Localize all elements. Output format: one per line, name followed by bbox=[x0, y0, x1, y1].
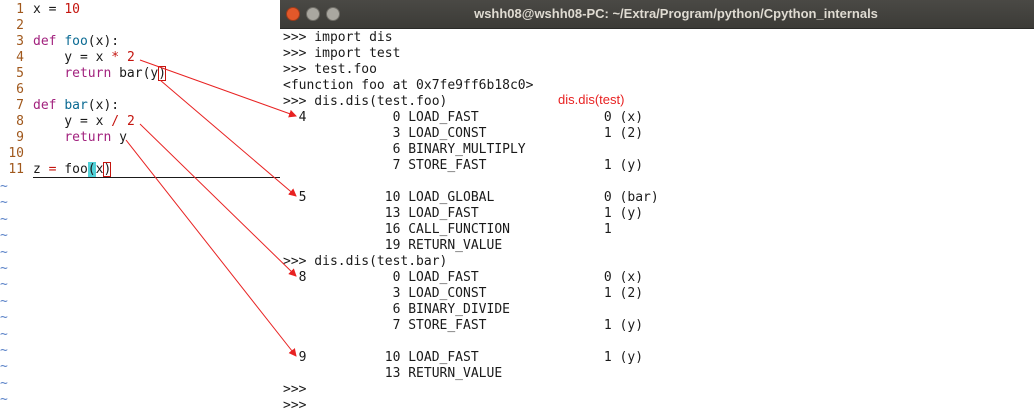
line-number: 1 bbox=[16, 2, 24, 17]
tilde-marker: ~ bbox=[0, 392, 8, 408]
editor-line[interactable]: 6 bbox=[0, 82, 282, 98]
code-token: 2 bbox=[126, 114, 135, 129]
code-token: def bbox=[33, 34, 57, 49]
line-number: 8 bbox=[16, 114, 24, 129]
editor-line[interactable]: 2 bbox=[0, 18, 282, 34]
line-number: 10 bbox=[8, 146, 24, 161]
code-token: def bbox=[33, 98, 57, 113]
tilde-marker: ~ bbox=[0, 326, 8, 342]
terminal-titlebar[interactable]: wshh08@wshh08-PC: ~/Extra/Program/python… bbox=[280, 0, 1034, 29]
tilde-marker: ~ bbox=[0, 195, 8, 211]
code-token: ( bbox=[87, 162, 96, 177]
code-token: foo bbox=[56, 162, 88, 177]
terminal-line: >>> import test bbox=[283, 46, 401, 61]
annotation-label: dis.dis(test) bbox=[558, 92, 625, 107]
terminal-line: 3 LOAD_CONST 1 (2) bbox=[283, 126, 644, 141]
code-token: y = x bbox=[33, 114, 112, 129]
line-code: return y bbox=[33, 130, 127, 146]
editor-line[interactable]: 4 y = x * 2 bbox=[0, 50, 282, 66]
line-number: 4 bbox=[16, 50, 24, 65]
line-code: def foo(x): bbox=[33, 34, 119, 50]
editor-line[interactable]: 8 y = x / 2 bbox=[0, 114, 282, 130]
terminal-window[interactable]: wshh08@wshh08-PC: ~/Extra/Program/python… bbox=[280, 0, 1034, 413]
code-token: y bbox=[111, 130, 127, 145]
terminal-line: >>> import dis bbox=[283, 30, 393, 45]
tilde-marker: ~ bbox=[0, 244, 8, 260]
terminal-line: 6 BINARY_MULTIPLY bbox=[283, 142, 526, 157]
line-number: 9 bbox=[16, 130, 24, 145]
code-token: (x): bbox=[87, 98, 120, 113]
code-token: (x): bbox=[87, 34, 120, 49]
code-token: * bbox=[111, 50, 120, 65]
code-token: foo bbox=[64, 34, 88, 49]
editor-line[interactable]: 1 x = 10 bbox=[0, 2, 282, 18]
tilde-marker: ~ bbox=[0, 261, 8, 276]
code-token: z bbox=[33, 162, 49, 177]
terminal-line: 5 10 LOAD_GLOBAL 0 (bar) bbox=[283, 190, 659, 205]
code-token: bar bbox=[64, 98, 88, 113]
code-token: y = x bbox=[33, 50, 112, 65]
code-token: bar bbox=[111, 66, 143, 81]
terminal-line: 7 STORE_FAST 1 (y) bbox=[283, 318, 644, 333]
line-code: x = 10 bbox=[33, 2, 80, 18]
terminal-line: 9 10 LOAD_FAST 1 (y) bbox=[283, 350, 644, 365]
terminal-line: >>> bbox=[283, 398, 307, 413]
code-token: ) bbox=[158, 66, 167, 81]
line-code: def bar(x): bbox=[33, 98, 119, 114]
code-token: ) bbox=[103, 162, 112, 177]
line-number: 5 bbox=[16, 66, 24, 81]
window-title: wshh08@wshh08-PC: ~/Extra/Program/python… bbox=[474, 6, 878, 21]
code-token: return bbox=[64, 66, 112, 81]
tilde-marker: ~ bbox=[0, 293, 8, 309]
terminal-line: 19 RETURN_VALUE bbox=[283, 238, 503, 253]
line-number: 2 bbox=[16, 18, 24, 33]
vim-editor[interactable]: 1x = 10 2 3 def foo(x): 4 y = x * 25 return … bbox=[0, 0, 282, 413]
line-number: 6 bbox=[16, 82, 24, 97]
editor-line[interactable]: 3 def foo(x): bbox=[0, 34, 282, 50]
line-code: return bar(y) bbox=[33, 66, 167, 82]
code-token: x = bbox=[33, 2, 65, 17]
tilde-marker: ~ bbox=[0, 179, 8, 194]
editor-line[interactable]: 11 z = foo(x) bbox=[0, 162, 282, 178]
editor-line[interactable]: 10 bbox=[0, 146, 282, 162]
tilde-marker: ~ bbox=[0, 375, 8, 391]
tilde-marker: ~ bbox=[0, 310, 8, 326]
cursor-line-underline bbox=[33, 177, 282, 178]
editor-line[interactable]: 7 def bar(x): bbox=[0, 98, 282, 114]
terminal-line: <function foo at 0x7fe9ff6b18c0> bbox=[283, 78, 534, 93]
code-token: 2 bbox=[126, 50, 135, 65]
line-number: 3 bbox=[16, 34, 24, 49]
terminal-line: >>> bbox=[283, 382, 307, 397]
terminal-line: 13 LOAD_FAST 1 (y) bbox=[283, 206, 644, 221]
tilde-marker: ~ bbox=[0, 343, 8, 358]
terminal-line: 6 BINARY_DIVIDE bbox=[283, 302, 510, 317]
tilde-marker: ~ bbox=[0, 211, 8, 227]
terminal-line: >>> test.foo bbox=[283, 62, 377, 77]
tilde-marker: ~ bbox=[0, 359, 8, 375]
editor-line[interactable]: 9 return y bbox=[0, 130, 282, 146]
line-number: 11 bbox=[8, 162, 24, 177]
terminal-line: 4 0 LOAD_FAST 0 (x) bbox=[283, 110, 644, 125]
tilde-marker: ~ bbox=[0, 277, 8, 293]
line-number: 7 bbox=[16, 98, 24, 113]
code-token: return bbox=[64, 130, 112, 145]
terminal-line: 8 0 LOAD_FAST 0 (x) bbox=[283, 270, 644, 285]
editor-line[interactable]: 5 return bar(y) bbox=[0, 66, 282, 82]
terminal-line: 16 CALL_FUNCTION 1 bbox=[283, 222, 612, 237]
code-token: / bbox=[111, 114, 120, 129]
terminal-line: 13 RETURN_VALUE bbox=[283, 366, 503, 381]
terminal-line: >>> dis.dis(test.foo) bbox=[283, 94, 448, 109]
terminal-line: 7 STORE_FAST 1 (y) bbox=[283, 158, 644, 173]
line-code: y = x / 2 bbox=[33, 114, 135, 130]
terminal-line: >>> dis.dis(test.bar) bbox=[283, 254, 448, 269]
line-code: y = x * 2 bbox=[33, 50, 135, 66]
terminal-line: 3 LOAD_CONST 1 (2) bbox=[283, 286, 644, 301]
tilde-marker: ~ bbox=[0, 228, 8, 244]
line-code: z = foo(x) bbox=[33, 162, 112, 178]
code-token: 10 bbox=[64, 2, 80, 17]
